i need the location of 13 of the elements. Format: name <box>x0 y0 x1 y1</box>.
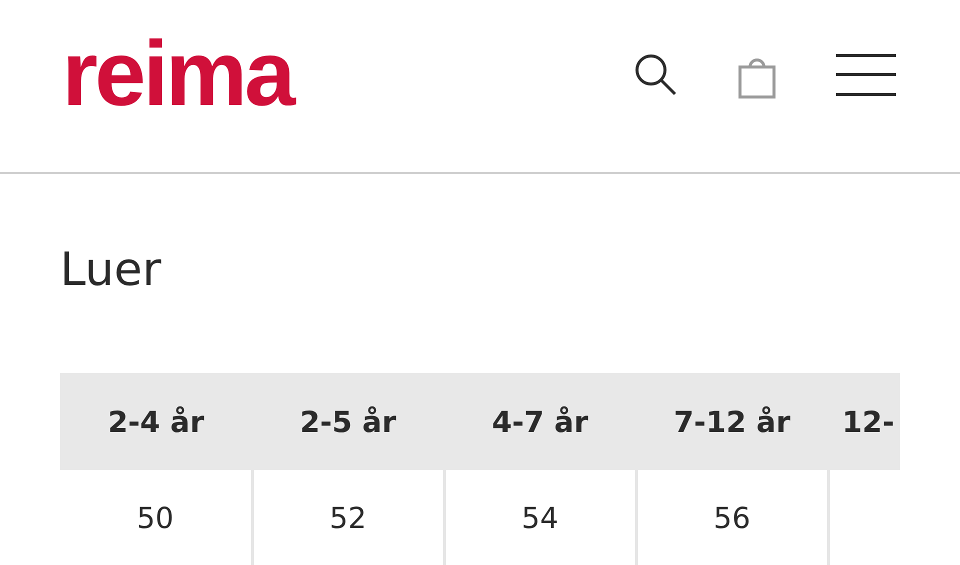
logo[interactable]: reima <box>62 28 296 120</box>
column-header: 12- <box>828 373 900 470</box>
column-header: 2-4 år <box>60 373 252 470</box>
page-title: Luer <box>60 242 162 298</box>
table-cell: 56 <box>636 470 828 565</box>
search-icon[interactable] <box>634 53 678 97</box>
table-cell: 52 <box>252 470 444 565</box>
column-header: 4-7 år <box>444 373 636 470</box>
table-cell: 50 <box>60 470 252 565</box>
menu-icon[interactable] <box>836 53 896 97</box>
table-cell: 54 <box>444 470 636 565</box>
column-header: 2-5 år <box>252 373 444 470</box>
column-header: 7-12 år <box>636 373 828 470</box>
